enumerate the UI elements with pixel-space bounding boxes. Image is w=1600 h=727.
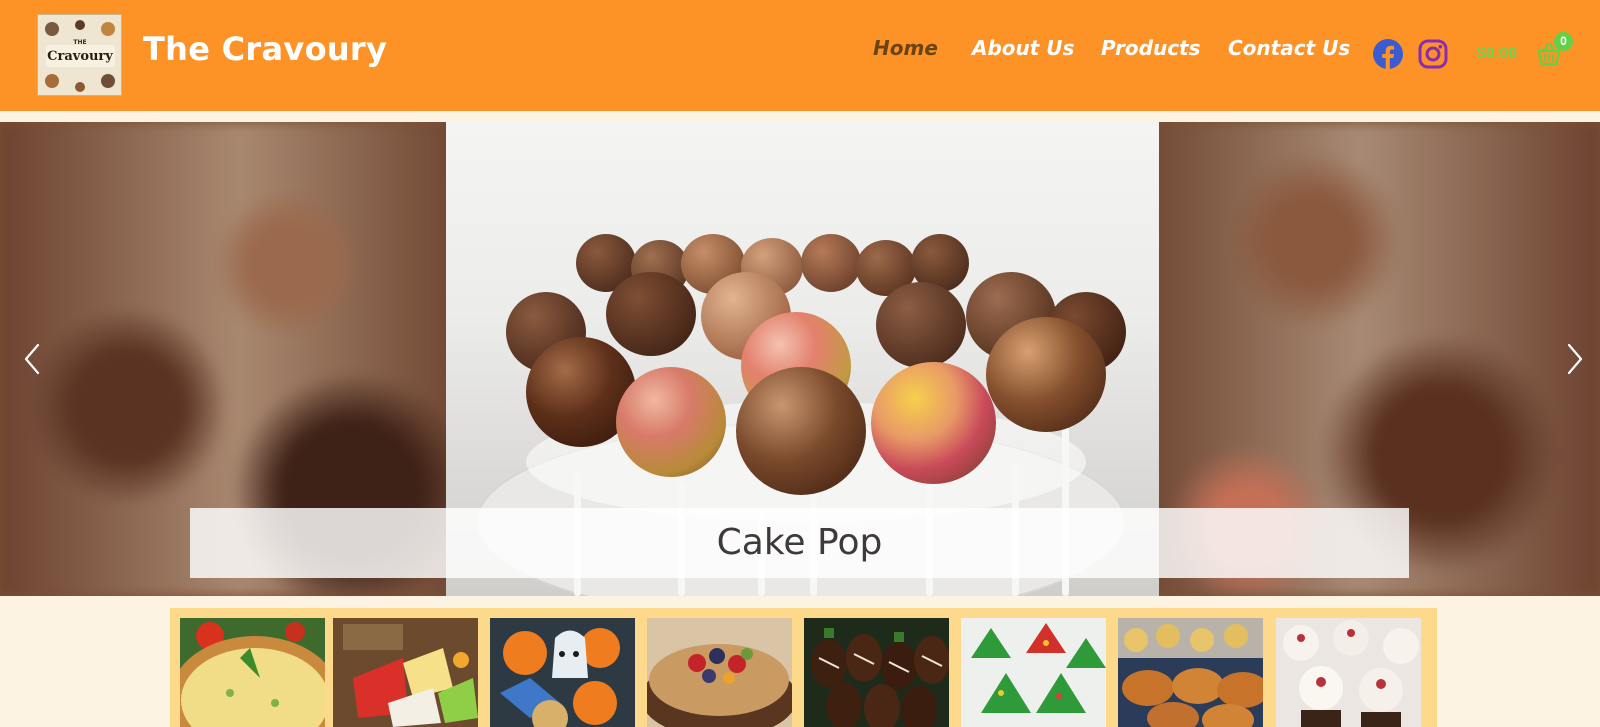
logo[interactable]: THE Cravoury [37, 14, 122, 96]
thumbnail-quiche[interactable] [180, 618, 325, 727]
thumbnail-fruit-pavlova[interactable] [647, 618, 792, 727]
slide-caption: Cake Pop [716, 522, 883, 563]
cart-total: $0.00 [1477, 45, 1518, 62]
site-title[interactable]: The Cravoury [143, 30, 387, 68]
thumbnail-cake-slices[interactable] [333, 618, 478, 727]
nav-home[interactable]: Home [873, 36, 938, 60]
slider-prev-button[interactable] [18, 337, 48, 381]
slider-next-button[interactable] [1559, 337, 1589, 381]
thumbnail-halloween-cookies[interactable] [490, 618, 635, 727]
hero-slider[interactable]: Cake Pop [0, 122, 1600, 596]
thumbnail-christmas-tree-treats[interactable] [961, 618, 1106, 727]
logo-image: THE Cravoury [38, 15, 121, 95]
cart-count-badge: 0 [1554, 32, 1573, 51]
thumbnail-cupcakes[interactable] [1276, 618, 1421, 727]
chevron-right-icon [1567, 343, 1583, 375]
slide-caption-box: Cake Pop [190, 508, 1409, 578]
nav-about-us[interactable]: About Us [972, 36, 1074, 60]
thumbnail-strip [170, 608, 1437, 727]
svg-text:Cravoury: Cravoury [47, 49, 113, 64]
thumbnail-chocolate-strawberries[interactable] [804, 618, 949, 727]
instagram-icon[interactable] [1418, 39, 1448, 69]
nav-products[interactable]: Products [1101, 36, 1201, 60]
thumbnail-pastries[interactable] [1118, 618, 1263, 727]
facebook-icon[interactable] [1373, 39, 1403, 69]
svg-text:THE: THE [73, 39, 86, 46]
nav-contact-us[interactable]: Contact Us [1228, 36, 1350, 60]
site-header: THE Cravoury The Cravoury Home About Us … [0, 0, 1600, 111]
chevron-left-icon [24, 343, 40, 375]
